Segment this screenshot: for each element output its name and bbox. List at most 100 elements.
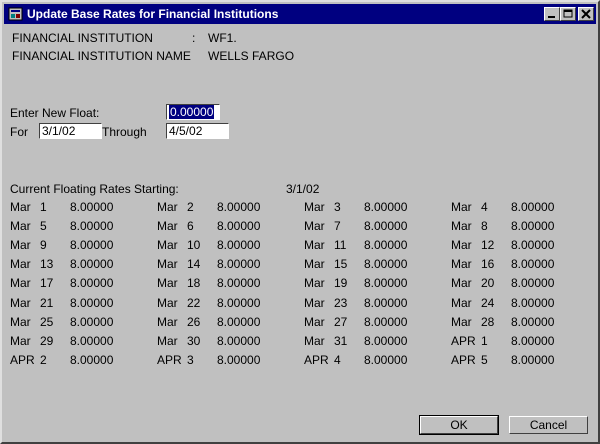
rate-month: Mar xyxy=(10,315,31,329)
rate-day: 27 xyxy=(334,315,348,329)
rate-month: Mar xyxy=(451,257,472,271)
fi-name-label: FINANCIAL INSTITUTION NAME xyxy=(12,49,191,63)
window-title: Update Base Rates for Financial Institut… xyxy=(27,7,279,21)
app-icon[interactable] xyxy=(8,7,23,21)
rate-month: APR xyxy=(157,353,182,367)
rate-month: Mar xyxy=(10,200,31,214)
rate-day: 18 xyxy=(187,276,201,290)
rate-value: 8.00000 xyxy=(364,257,408,271)
for-date-input[interactable]: 3/1/02 xyxy=(39,123,102,139)
ok-button[interactable]: OK xyxy=(419,415,499,435)
rate-value: 8.00000 xyxy=(70,315,114,329)
rate-value: 8.00000 xyxy=(217,219,261,233)
rate-value: 8.00000 xyxy=(217,200,261,214)
rate-month: Mar xyxy=(157,219,178,233)
minimize-button[interactable] xyxy=(544,7,560,21)
rate-day: 6 xyxy=(187,219,194,233)
rate-value: 8.00000 xyxy=(70,334,114,348)
rate-value: 8.00000 xyxy=(511,238,555,252)
rate-month: Mar xyxy=(451,238,472,252)
fi-name-value: WELLS FARGO xyxy=(208,49,295,63)
rate-day: 11 xyxy=(334,238,347,252)
rate-month: APR xyxy=(304,353,329,367)
rate-day: 10 xyxy=(187,238,201,252)
rate-day: 4 xyxy=(334,353,341,367)
rate-month: Mar xyxy=(157,238,178,252)
rate-month: Mar xyxy=(157,257,178,271)
rate-month: Mar xyxy=(304,296,325,310)
rate-day: 19 xyxy=(334,276,348,290)
rate-month: Mar xyxy=(304,219,325,233)
rate-value: 8.00000 xyxy=(511,276,555,290)
rate-day: 5 xyxy=(40,219,47,233)
rate-value: 8.00000 xyxy=(364,200,408,214)
rates-heading: Current Floating Rates Starting: xyxy=(10,182,179,196)
rate-day: 30 xyxy=(187,334,201,348)
rate-value: 8.00000 xyxy=(511,296,555,310)
rate-value: 8.00000 xyxy=(217,334,261,348)
rate-day: 24 xyxy=(481,296,495,310)
rate-value: 8.00000 xyxy=(217,257,261,271)
rate-month: Mar xyxy=(157,334,178,348)
rate-value: 8.00000 xyxy=(364,315,408,329)
rate-month: Mar xyxy=(10,276,31,290)
rate-day: 31 xyxy=(334,334,348,348)
maximize-icon xyxy=(563,9,573,18)
rates-start-date: 3/1/02 xyxy=(286,182,320,196)
title-bar[interactable]: Update Base Rates for Financial Institut… xyxy=(4,4,596,24)
rate-day: 8 xyxy=(481,219,488,233)
rate-value: 8.00000 xyxy=(511,353,555,367)
rate-day: 28 xyxy=(481,315,495,329)
rate-month: Mar xyxy=(157,200,178,214)
rate-value: 8.00000 xyxy=(511,334,555,348)
rate-day: 3 xyxy=(187,353,194,367)
cancel-button[interactable]: Cancel xyxy=(509,416,588,434)
rate-month: APR xyxy=(10,353,35,367)
rate-value: 8.00000 xyxy=(511,219,555,233)
rate-month: Mar xyxy=(304,315,325,329)
rate-day: 9 xyxy=(40,238,47,252)
float-input[interactable]: 0.00000 xyxy=(166,104,220,120)
close-button[interactable] xyxy=(578,7,594,21)
rate-month: Mar xyxy=(10,219,31,233)
rate-month: Mar xyxy=(157,315,178,329)
rate-month: APR xyxy=(451,353,476,367)
rate-month: Mar xyxy=(10,238,31,252)
minimize-icon xyxy=(548,16,555,18)
rate-day: 1 xyxy=(481,334,488,348)
through-date-input[interactable]: 4/5/02 xyxy=(166,123,229,139)
rate-month: Mar xyxy=(304,334,325,348)
rate-day: 20 xyxy=(481,276,495,290)
rate-month: Mar xyxy=(157,296,178,310)
rate-value: 8.00000 xyxy=(364,353,408,367)
rate-month: Mar xyxy=(10,334,31,348)
rate-month: Mar xyxy=(10,296,31,310)
rate-day: 4 xyxy=(481,200,488,214)
rate-day: 5 xyxy=(481,353,488,367)
maximize-button[interactable] xyxy=(560,7,576,21)
rate-value: 8.00000 xyxy=(217,296,261,310)
rate-value: 8.00000 xyxy=(217,238,261,252)
fi-value: WF1. xyxy=(208,31,237,45)
rate-value: 8.00000 xyxy=(511,315,555,329)
rate-day: 7 xyxy=(334,219,341,233)
rate-month: Mar xyxy=(451,219,472,233)
rate-value: 8.00000 xyxy=(511,200,555,214)
rate-value: 8.00000 xyxy=(511,257,555,271)
rate-day: 23 xyxy=(334,296,348,310)
for-label: For xyxy=(10,125,28,139)
rate-day: 16 xyxy=(481,257,495,271)
float-input-value: 0.00000 xyxy=(169,105,215,119)
rate-value: 8.00000 xyxy=(217,276,261,290)
rate-month: Mar xyxy=(304,257,325,271)
rate-value: 8.00000 xyxy=(217,353,261,367)
rate-day: 17 xyxy=(40,276,54,290)
rate-value: 8.00000 xyxy=(364,334,408,348)
rate-month: Mar xyxy=(304,276,325,290)
through-label: Through xyxy=(102,125,147,139)
rate-value: 8.00000 xyxy=(217,315,261,329)
rate-day: 2 xyxy=(187,200,194,214)
rate-value: 8.00000 xyxy=(70,353,114,367)
rate-value: 8.00000 xyxy=(364,219,408,233)
rate-value: 8.00000 xyxy=(364,276,408,290)
